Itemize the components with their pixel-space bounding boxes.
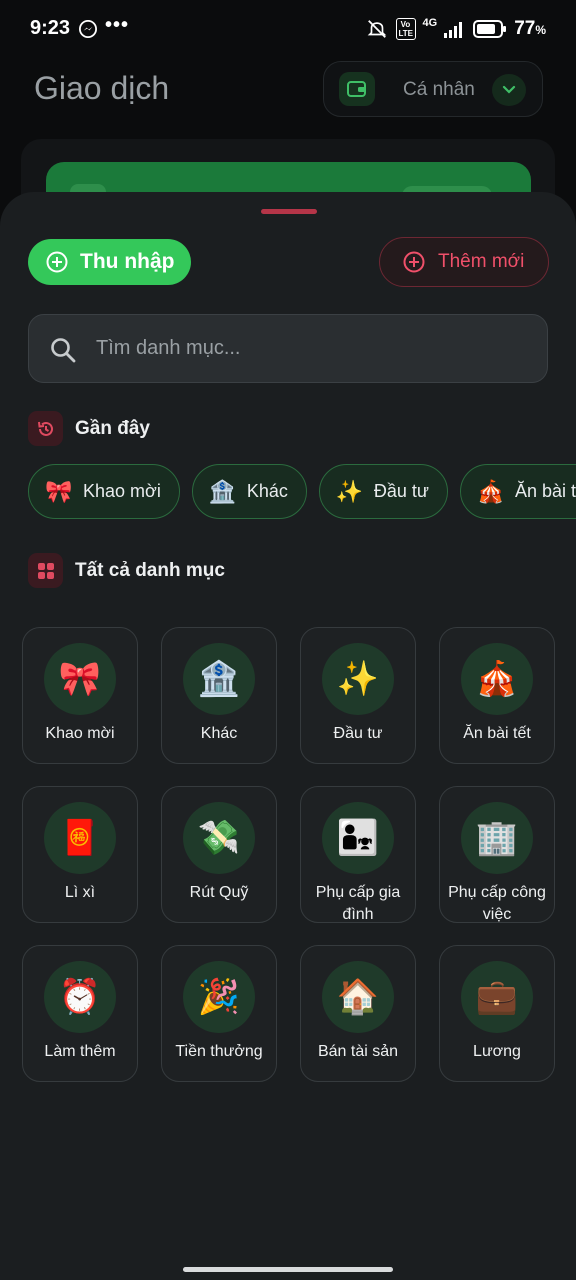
money-wings-icon: 💸 xyxy=(183,802,255,874)
red-envelope-icon: 🧧 xyxy=(44,802,116,874)
history-icon xyxy=(28,411,63,446)
status-icons: Vo LTE 4G 77% xyxy=(365,17,546,40)
category-label: Làm thêm xyxy=(44,1043,116,1060)
income-type-label: Thu nhập xyxy=(80,250,175,273)
recent-chip[interactable]: 🎀 Khao mời xyxy=(28,464,180,519)
recent-chip-label: Khác xyxy=(246,481,288,501)
search-input[interactable] xyxy=(96,315,526,382)
account-label: Cá nhân xyxy=(403,79,475,100)
category-sheet: Thu nhập Thêm mới Tìm danh mục... Gần đâ… xyxy=(0,192,576,1280)
category-label: Phụ cấp gia đình xyxy=(315,884,401,923)
category-label: Khao mời xyxy=(45,725,115,742)
category-label: Khác xyxy=(200,725,238,742)
category-label: Bán tài sản xyxy=(317,1043,399,1060)
all-categories-title: Tất cả danh mục xyxy=(75,559,225,581)
briefcase-icon: 💼 xyxy=(461,961,533,1033)
account-selector[interactable]: Cá nhân xyxy=(323,61,543,117)
bow-icon: 🎀 xyxy=(45,478,73,504)
category-tile[interactable]: ⏰ Làm thêm xyxy=(22,945,138,1082)
all-section-header: Tất cả danh mục xyxy=(28,553,225,588)
recent-section-header: Gần đây xyxy=(28,411,150,446)
recent-chip-label: Đầu tư xyxy=(373,481,429,501)
bow-icon: 🎀 xyxy=(44,643,116,715)
category-label: Ăn bài tết xyxy=(463,725,531,742)
add-new-category-button[interactable]: Thêm mới xyxy=(379,237,549,287)
screen: 9:23 ••• Vo LTE 4G 77% Giao dịch Cá nhân… xyxy=(0,0,576,1280)
recent-chip[interactable]: 🏦 Khác xyxy=(191,464,307,519)
recent-chip[interactable]: ✨ Đầu tư xyxy=(318,464,448,519)
network-type: 4G xyxy=(422,17,438,29)
messenger-icon xyxy=(79,20,97,38)
grid-icon xyxy=(28,553,63,588)
battery-percent: 77% xyxy=(514,18,546,39)
category-tile[interactable]: 🏦 Khác xyxy=(161,627,277,764)
category-tile[interactable]: 🧧 Lì xì xyxy=(22,786,138,923)
battery-icon xyxy=(473,20,507,38)
category-tile[interactable]: 🏢 Phụ cấp công việc xyxy=(439,786,555,923)
add-circle-icon xyxy=(46,251,68,273)
add-new-label: Thêm mới xyxy=(438,251,525,272)
status-bar: 9:23 ••• Vo LTE 4G 77% xyxy=(0,0,576,58)
income-type-button[interactable]: Thu nhập xyxy=(28,239,191,285)
category-tile[interactable]: 👨‍👧 Phụ cấp gia đình xyxy=(300,786,416,923)
page-title: Giao dịch xyxy=(34,70,170,106)
recent-title: Gần đây xyxy=(75,417,150,439)
recent-chip[interactable]: 🎪 Ăn bài tết xyxy=(459,464,576,519)
recent-chips: 🎀 Khao mời 🏦 Khác ✨ Đầu tư 🎪 Ăn bài tết xyxy=(28,464,576,519)
sparkles-icon: ✨ xyxy=(335,478,364,504)
category-tile[interactable]: 💼 Lương xyxy=(439,945,555,1082)
family-icon: 👨‍👧 xyxy=(322,802,394,874)
signal-icon xyxy=(444,22,463,38)
add-circle-icon xyxy=(403,251,425,273)
category-label: Lì xì xyxy=(64,884,96,901)
alarm-clock-icon: ⏰ xyxy=(44,961,116,1033)
muted-bell-icon xyxy=(367,20,386,38)
status-time: 9:23 xyxy=(30,17,71,39)
home-indicator[interactable] xyxy=(183,1267,393,1272)
category-tile[interactable]: 💸 Rút Quỹ xyxy=(161,786,277,923)
recent-chip-label: Ăn bài tết xyxy=(514,481,576,501)
circus-tent-icon: 🎪 xyxy=(476,478,505,504)
category-tile[interactable]: ✨ Đầu tư xyxy=(300,627,416,764)
category-label: Phụ cấp công việc xyxy=(448,884,546,923)
recent-chip-label: Khao mời xyxy=(83,481,161,501)
notification-more-icon: ••• xyxy=(105,14,130,36)
wallet-icon xyxy=(339,72,375,106)
category-label: Đầu tư xyxy=(333,725,383,742)
party-popper-icon: 🎉 xyxy=(183,961,255,1033)
bank-icon: 🏦 xyxy=(208,478,237,504)
category-tile[interactable]: 🎪 Ăn bài tết xyxy=(439,627,555,764)
volte-icon: Vo LTE xyxy=(395,18,416,40)
category-grid: 🎀 Khao mời 🏦 Khác ✨ Đầu tư 🎪 Ăn bài tết 🧧 Lì xì 💸 R… xyxy=(22,627,555,1082)
house-icon: 🏠 xyxy=(322,961,394,1033)
sparkles-icon: ✨ xyxy=(322,643,394,715)
circus-tent-icon: 🎪 xyxy=(461,643,533,715)
search-icon xyxy=(51,338,76,363)
category-label: Lương xyxy=(473,1043,521,1060)
category-label: Tiền thưởng xyxy=(175,1043,263,1060)
category-label: Rút Quỹ xyxy=(189,884,249,901)
category-tile[interactable]: 🎀 Khao mời xyxy=(22,627,138,764)
office-building-icon: 🏢 xyxy=(461,802,533,874)
chevron-down-icon xyxy=(492,74,526,106)
category-tile[interactable]: 🏠 Bán tài sản xyxy=(300,945,416,1082)
category-search[interactable] xyxy=(28,314,548,383)
sheet-drag-handle[interactable] xyxy=(261,209,317,214)
bank-icon: 🏦 xyxy=(183,643,255,715)
category-tile[interactable]: 🎉 Tiền thưởng xyxy=(161,945,277,1082)
